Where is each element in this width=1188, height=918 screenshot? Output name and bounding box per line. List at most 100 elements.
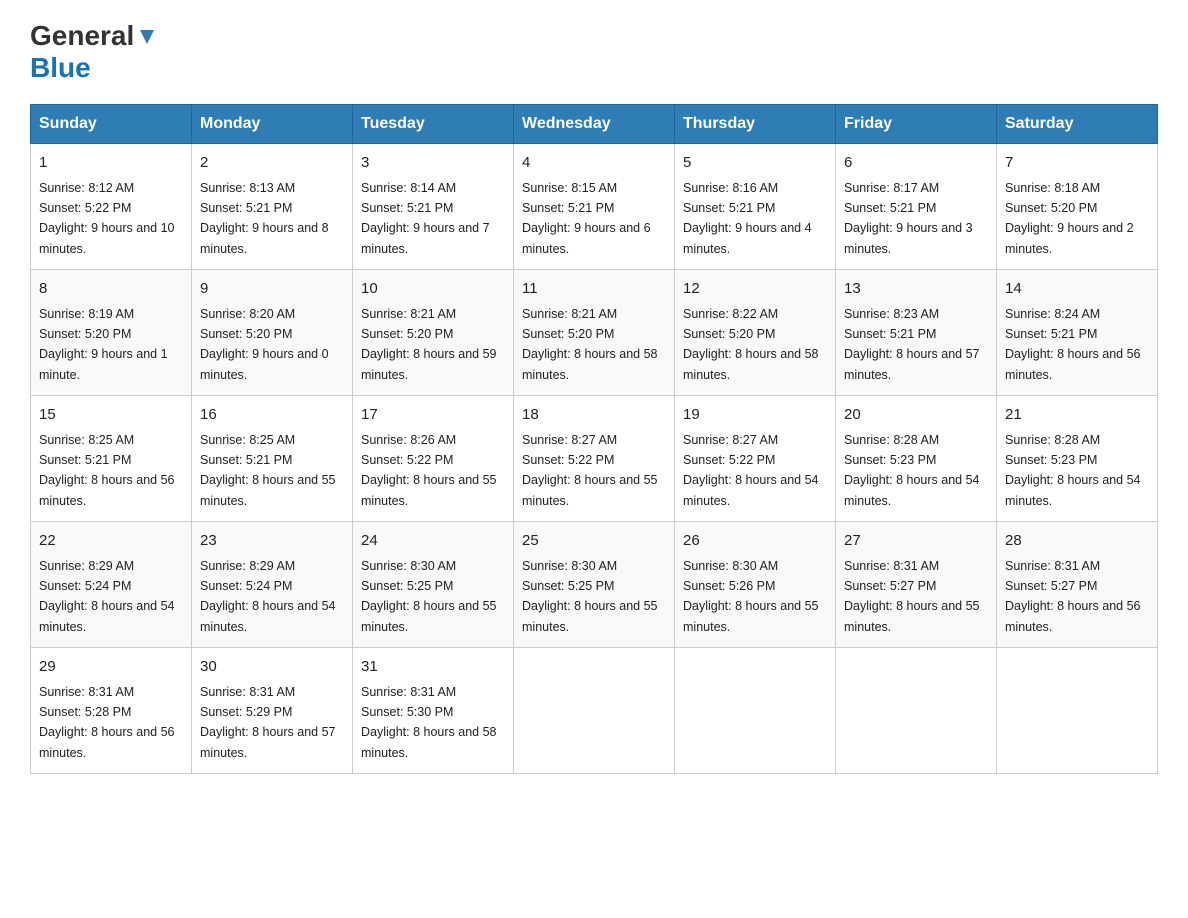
day-info: Sunrise: 8:21 AMSunset: 5:20 PMDaylight:… (361, 307, 497, 382)
day-number: 18 (522, 404, 666, 427)
day-cell (514, 648, 675, 774)
day-number: 4 (522, 152, 666, 175)
day-number: 12 (683, 278, 827, 301)
week-row-1: 1 Sunrise: 8:12 AMSunset: 5:22 PMDayligh… (31, 144, 1158, 270)
weekday-header-thursday: Thursday (675, 105, 836, 144)
week-row-4: 22 Sunrise: 8:29 AMSunset: 5:24 PMDaylig… (31, 522, 1158, 648)
day-cell: 3 Sunrise: 8:14 AMSunset: 5:21 PMDayligh… (353, 144, 514, 270)
weekday-header-tuesday: Tuesday (353, 105, 514, 144)
day-number: 27 (844, 530, 988, 553)
day-number: 19 (683, 404, 827, 427)
day-info: Sunrise: 8:24 AMSunset: 5:21 PMDaylight:… (1005, 307, 1141, 382)
day-info: Sunrise: 8:19 AMSunset: 5:20 PMDaylight:… (39, 307, 168, 382)
weekday-header-monday: Monday (192, 105, 353, 144)
day-cell (997, 648, 1158, 774)
day-number: 9 (200, 278, 344, 301)
day-cell: 25 Sunrise: 8:30 AMSunset: 5:25 PMDaylig… (514, 522, 675, 648)
day-number: 5 (683, 152, 827, 175)
day-info: Sunrise: 8:29 AMSunset: 5:24 PMDaylight:… (39, 559, 175, 634)
logo-text-blue: Blue (30, 52, 91, 84)
weekday-header-wednesday: Wednesday (514, 105, 675, 144)
day-info: Sunrise: 8:17 AMSunset: 5:21 PMDaylight:… (844, 181, 973, 256)
weekday-header-sunday: Sunday (31, 105, 192, 144)
day-number: 26 (683, 530, 827, 553)
day-info: Sunrise: 8:21 AMSunset: 5:20 PMDaylight:… (522, 307, 658, 382)
day-cell: 9 Sunrise: 8:20 AMSunset: 5:20 PMDayligh… (192, 270, 353, 396)
day-info: Sunrise: 8:30 AMSunset: 5:26 PMDaylight:… (683, 559, 819, 634)
day-info: Sunrise: 8:29 AMSunset: 5:24 PMDaylight:… (200, 559, 336, 634)
day-cell: 14 Sunrise: 8:24 AMSunset: 5:21 PMDaylig… (997, 270, 1158, 396)
day-cell: 17 Sunrise: 8:26 AMSunset: 5:22 PMDaylig… (353, 396, 514, 522)
week-row-3: 15 Sunrise: 8:25 AMSunset: 5:21 PMDaylig… (31, 396, 1158, 522)
day-cell: 18 Sunrise: 8:27 AMSunset: 5:22 PMDaylig… (514, 396, 675, 522)
day-cell: 29 Sunrise: 8:31 AMSunset: 5:28 PMDaylig… (31, 648, 192, 774)
day-info: Sunrise: 8:22 AMSunset: 5:20 PMDaylight:… (683, 307, 819, 382)
day-number: 20 (844, 404, 988, 427)
day-info: Sunrise: 8:27 AMSunset: 5:22 PMDaylight:… (683, 433, 819, 508)
day-cell: 16 Sunrise: 8:25 AMSunset: 5:21 PMDaylig… (192, 396, 353, 522)
day-cell: 5 Sunrise: 8:16 AMSunset: 5:21 PMDayligh… (675, 144, 836, 270)
day-info: Sunrise: 8:31 AMSunset: 5:29 PMDaylight:… (200, 685, 336, 760)
day-cell (836, 648, 997, 774)
day-number: 29 (39, 656, 183, 679)
day-cell: 2 Sunrise: 8:13 AMSunset: 5:21 PMDayligh… (192, 144, 353, 270)
day-info: Sunrise: 8:25 AMSunset: 5:21 PMDaylight:… (200, 433, 336, 508)
day-cell: 13 Sunrise: 8:23 AMSunset: 5:21 PMDaylig… (836, 270, 997, 396)
day-cell: 23 Sunrise: 8:29 AMSunset: 5:24 PMDaylig… (192, 522, 353, 648)
day-info: Sunrise: 8:27 AMSunset: 5:22 PMDaylight:… (522, 433, 658, 508)
day-number: 23 (200, 530, 344, 553)
day-cell: 8 Sunrise: 8:19 AMSunset: 5:20 PMDayligh… (31, 270, 192, 396)
day-info: Sunrise: 8:30 AMSunset: 5:25 PMDaylight:… (361, 559, 497, 634)
day-info: Sunrise: 8:16 AMSunset: 5:21 PMDaylight:… (683, 181, 812, 256)
day-cell: 28 Sunrise: 8:31 AMSunset: 5:27 PMDaylig… (997, 522, 1158, 648)
day-info: Sunrise: 8:26 AMSunset: 5:22 PMDaylight:… (361, 433, 497, 508)
day-cell: 20 Sunrise: 8:28 AMSunset: 5:23 PMDaylig… (836, 396, 997, 522)
day-number: 3 (361, 152, 505, 175)
weekday-header-row: SundayMondayTuesdayWednesdayThursdayFrid… (31, 105, 1158, 144)
day-cell: 24 Sunrise: 8:30 AMSunset: 5:25 PMDaylig… (353, 522, 514, 648)
day-info: Sunrise: 8:31 AMSunset: 5:28 PMDaylight:… (39, 685, 175, 760)
day-number: 28 (1005, 530, 1149, 553)
calendar-header: SundayMondayTuesdayWednesdayThursdayFrid… (31, 105, 1158, 144)
day-number: 1 (39, 152, 183, 175)
page-header: General Blue (30, 20, 1158, 84)
day-number: 30 (200, 656, 344, 679)
day-cell: 11 Sunrise: 8:21 AMSunset: 5:20 PMDaylig… (514, 270, 675, 396)
day-info: Sunrise: 8:13 AMSunset: 5:21 PMDaylight:… (200, 181, 329, 256)
day-number: 11 (522, 278, 666, 301)
day-number: 2 (200, 152, 344, 175)
day-info: Sunrise: 8:30 AMSunset: 5:25 PMDaylight:… (522, 559, 658, 634)
day-info: Sunrise: 8:20 AMSunset: 5:20 PMDaylight:… (200, 307, 329, 382)
day-number: 10 (361, 278, 505, 301)
day-info: Sunrise: 8:31 AMSunset: 5:30 PMDaylight:… (361, 685, 497, 760)
day-cell: 31 Sunrise: 8:31 AMSunset: 5:30 PMDaylig… (353, 648, 514, 774)
day-number: 14 (1005, 278, 1149, 301)
day-number: 25 (522, 530, 666, 553)
logo-text-general: General (30, 20, 134, 52)
day-cell: 22 Sunrise: 8:29 AMSunset: 5:24 PMDaylig… (31, 522, 192, 648)
day-cell: 26 Sunrise: 8:30 AMSunset: 5:26 PMDaylig… (675, 522, 836, 648)
day-info: Sunrise: 8:12 AMSunset: 5:22 PMDaylight:… (39, 181, 175, 256)
calendar-table: SundayMondayTuesdayWednesdayThursdayFrid… (30, 104, 1158, 774)
day-info: Sunrise: 8:23 AMSunset: 5:21 PMDaylight:… (844, 307, 980, 382)
day-info: Sunrise: 8:28 AMSunset: 5:23 PMDaylight:… (844, 433, 980, 508)
logo: General Blue (30, 20, 158, 84)
day-cell: 30 Sunrise: 8:31 AMSunset: 5:29 PMDaylig… (192, 648, 353, 774)
day-info: Sunrise: 8:15 AMSunset: 5:21 PMDaylight:… (522, 181, 651, 256)
day-cell: 10 Sunrise: 8:21 AMSunset: 5:20 PMDaylig… (353, 270, 514, 396)
day-info: Sunrise: 8:18 AMSunset: 5:20 PMDaylight:… (1005, 181, 1134, 256)
day-number: 7 (1005, 152, 1149, 175)
day-number: 16 (200, 404, 344, 427)
day-cell: 6 Sunrise: 8:17 AMSunset: 5:21 PMDayligh… (836, 144, 997, 270)
day-info: Sunrise: 8:14 AMSunset: 5:21 PMDaylight:… (361, 181, 490, 256)
week-row-5: 29 Sunrise: 8:31 AMSunset: 5:28 PMDaylig… (31, 648, 1158, 774)
day-info: Sunrise: 8:25 AMSunset: 5:21 PMDaylight:… (39, 433, 175, 508)
day-cell (675, 648, 836, 774)
day-number: 6 (844, 152, 988, 175)
logo-arrow-icon (136, 26, 158, 48)
day-number: 13 (844, 278, 988, 301)
day-cell: 19 Sunrise: 8:27 AMSunset: 5:22 PMDaylig… (675, 396, 836, 522)
day-number: 24 (361, 530, 505, 553)
day-cell: 12 Sunrise: 8:22 AMSunset: 5:20 PMDaylig… (675, 270, 836, 396)
day-cell: 1 Sunrise: 8:12 AMSunset: 5:22 PMDayligh… (31, 144, 192, 270)
